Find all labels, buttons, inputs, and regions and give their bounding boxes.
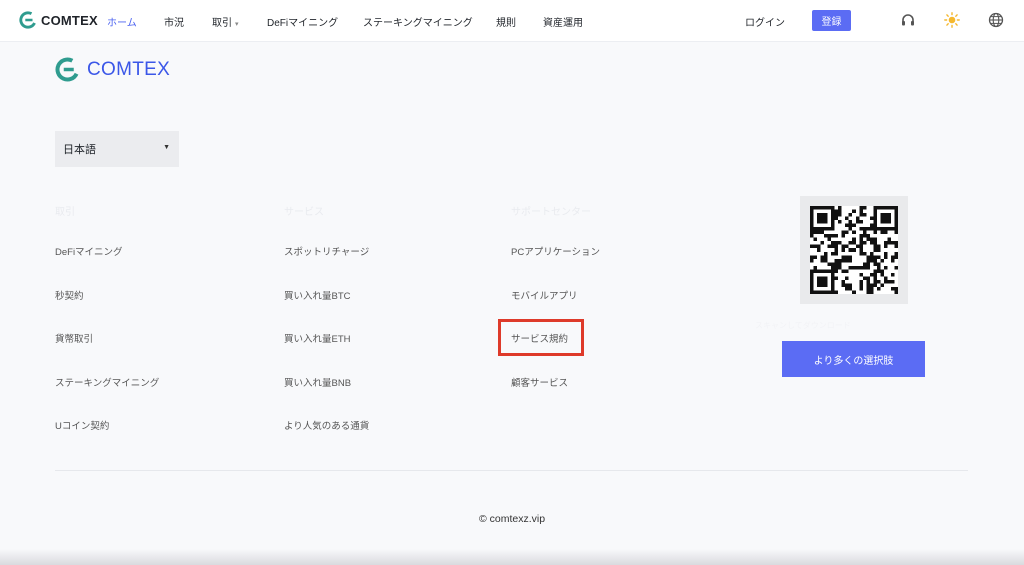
nav-asset-management[interactable]: 資産運用 [543, 14, 583, 29]
footer-link-buy-btc[interactable]: 買い入れ量BTC [284, 288, 351, 302]
footer-link-terms-of-service[interactable]: サービス規約 [511, 331, 568, 345]
footer-link-currency-trading[interactable]: 貨幣取引 [55, 331, 93, 345]
footer-link-mobile-app[interactable]: モバイルアプリ [511, 288, 578, 302]
footer-divider [55, 470, 968, 471]
column-heading-service: サービス [284, 207, 324, 218]
footer-link-u-coin-contract[interactable]: Uコイン契約 [55, 418, 109, 432]
nav-market[interactable]: 市況 [164, 14, 184, 29]
caret-down-icon: ▼ [163, 144, 170, 151]
brand[interactable]: COMTEX [19, 11, 98, 29]
more-options-button[interactable]: より多くの選択肢 [782, 341, 925, 377]
nav-trade-label: 取引 [212, 18, 232, 29]
login-link[interactable]: ログイン [745, 14, 785, 29]
globe-icon[interactable] [988, 12, 1004, 28]
footer-link-spot-recharge[interactable]: スポットリチャージ [284, 244, 369, 258]
footer-link-popular-currencies[interactable]: より人気のある通貨 [284, 418, 369, 432]
copyright-text: © comtexz.vip [478, 513, 546, 525]
qr-code-card [800, 196, 908, 304]
column-heading-trade: 取引 [55, 207, 75, 218]
footer-link-staking-mining[interactable]: ステーキングマイニング [55, 375, 159, 389]
window-bottom-edge [0, 549, 1024, 565]
footer-link-buy-eth[interactable]: 買い入れ量ETH [284, 331, 351, 345]
register-button[interactable]: 登録 [812, 10, 851, 31]
footer-link-pc-app[interactable]: PCアプリケーション [511, 244, 600, 258]
footer-logo[interactable]: COMTEX [55, 57, 170, 82]
nav-rules[interactable]: 規則 [496, 14, 516, 29]
footer-link-defi-mining[interactable]: DeFiマイニング [55, 244, 123, 258]
nav-trade[interactable]: 取引 ▾ [212, 14, 239, 29]
language-select[interactable]: 日本語 ▼ [55, 131, 179, 167]
brand-name: COMTEX [41, 12, 98, 28]
qr-hint-text: スキャンしてダウンロード [755, 321, 851, 330]
footer-link-customer-service[interactable]: 顧客サービス [511, 375, 568, 389]
top-navbar: COMTEX ホーム 市況 取引 ▾ DeFiマイニング ステーキングマイニング … [0, 0, 1024, 42]
language-select-value: 日本語 [63, 144, 96, 156]
nav-staking-mining[interactable]: ステーキングマイニング [363, 14, 473, 29]
footer-logo-text: COMTEX [87, 58, 171, 80]
nav-home[interactable]: ホーム [107, 14, 137, 29]
headset-icon[interactable] [900, 12, 916, 28]
comtex-logo-icon [55, 57, 80, 82]
sun-icon[interactable] [944, 12, 960, 28]
comtex-logo-icon [19, 11, 37, 29]
column-heading-support: サポートセンター [511, 207, 591, 218]
nav-defi-mining[interactable]: DeFiマイニング [267, 14, 338, 29]
chevron-down-icon: ▾ [235, 21, 239, 28]
footer-link-second-contract[interactable]: 秒契約 [55, 288, 84, 302]
qr-code-icon [810, 206, 898, 294]
footer-link-buy-bnb[interactable]: 買い入れ量BNB [284, 375, 351, 389]
